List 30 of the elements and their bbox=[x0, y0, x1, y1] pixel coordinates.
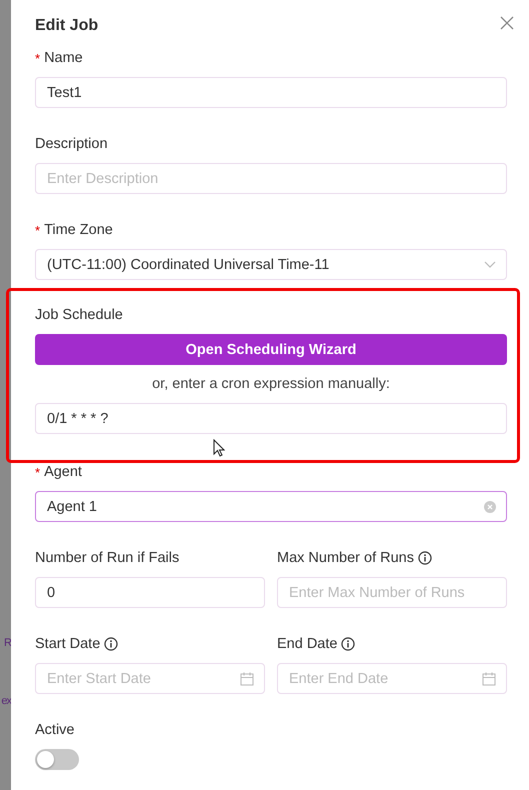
cron-field[interactable]: 0/1 * * * ? bbox=[35, 403, 507, 434]
text-field[interactable]: 0 bbox=[35, 577, 265, 608]
select-field[interactable]: (UTC-11:00) Coordinated Universal Time-11 bbox=[35, 249, 507, 280]
field-label: Number of Run if Fails bbox=[35, 550, 180, 566]
scheduling-wizard-button[interactable]: Open Scheduling Wizard bbox=[35, 334, 507, 365]
calendar-icon[interactable] bbox=[240, 672, 254, 686]
required-mark: * bbox=[35, 222, 40, 238]
field-label: Description bbox=[35, 136, 108, 152]
field-label: End Date bbox=[277, 636, 338, 652]
field-label: Time Zone bbox=[44, 222, 113, 238]
active-switch[interactable] bbox=[35, 749, 79, 770]
field-label: Active bbox=[35, 722, 74, 738]
field-label: Agent bbox=[44, 464, 82, 480]
backdrop-text: R bbox=[4, 636, 11, 651]
field-label: Start Date bbox=[35, 636, 100, 652]
text-field[interactable]: Test1 bbox=[35, 77, 507, 108]
required-mark: * bbox=[35, 50, 40, 66]
field-label: Name bbox=[44, 50, 83, 66]
field-label: Max Number of Runs bbox=[277, 550, 414, 566]
backdrop-text: ex bbox=[1, 694, 11, 709]
clear-icon[interactable] bbox=[484, 500, 496, 512]
cron-hint: or, enter a cron expression manually: bbox=[151, 375, 391, 394]
cursor-icon bbox=[213, 439, 225, 457]
close-button[interactable] bbox=[499, 15, 515, 31]
dialog-title: Edit Job bbox=[35, 17, 98, 35]
field-label: Job Schedule bbox=[35, 307, 123, 323]
select-field[interactable]: Agent 1 bbox=[35, 491, 507, 522]
chevron-down-icon bbox=[484, 260, 496, 268]
required-mark: * bbox=[35, 464, 40, 480]
calendar-icon[interactable] bbox=[482, 672, 496, 686]
